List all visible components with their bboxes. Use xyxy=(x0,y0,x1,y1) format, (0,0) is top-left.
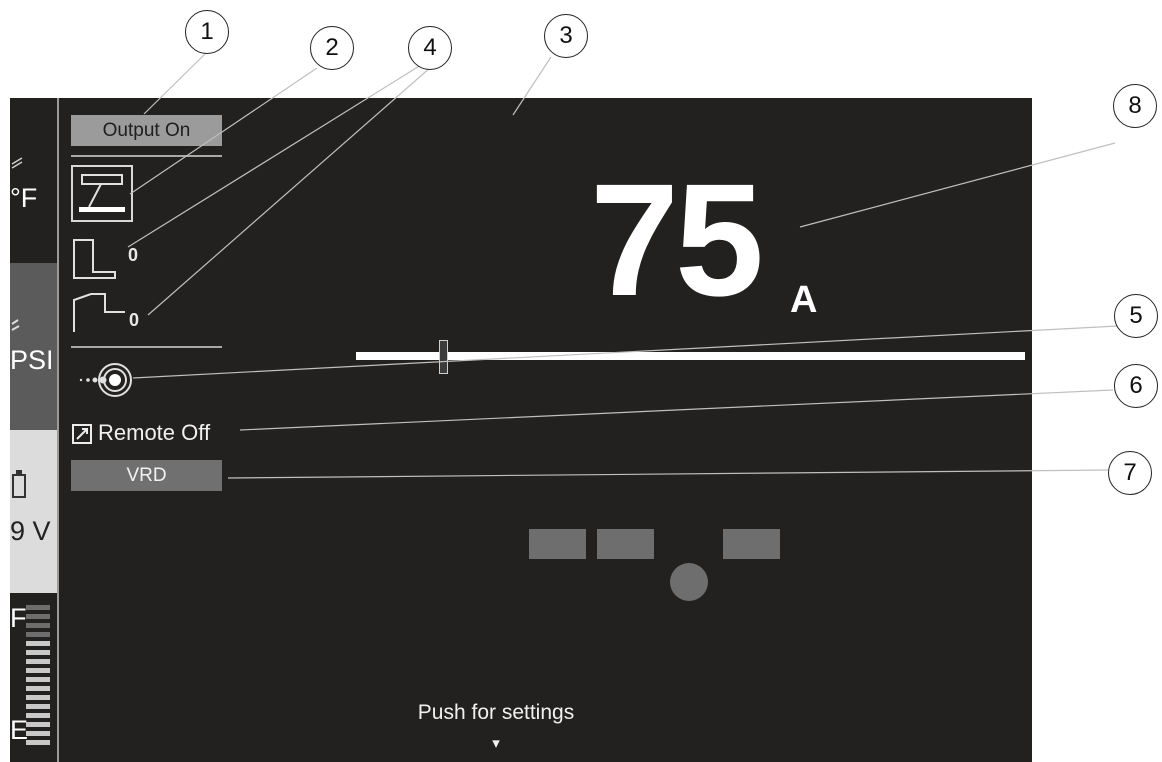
callout-8: 8 xyxy=(1113,84,1157,128)
callout-6: 6 xyxy=(1114,364,1158,408)
callout-1: 1 xyxy=(185,10,229,54)
callout-5: 5 xyxy=(1114,294,1158,338)
callout-2: 2 xyxy=(310,26,354,70)
callout-4: 4 xyxy=(408,26,452,70)
callout-7: 7 xyxy=(1108,451,1152,495)
callout-leaders xyxy=(127,52,1119,479)
callout-3: 3 xyxy=(544,14,588,58)
